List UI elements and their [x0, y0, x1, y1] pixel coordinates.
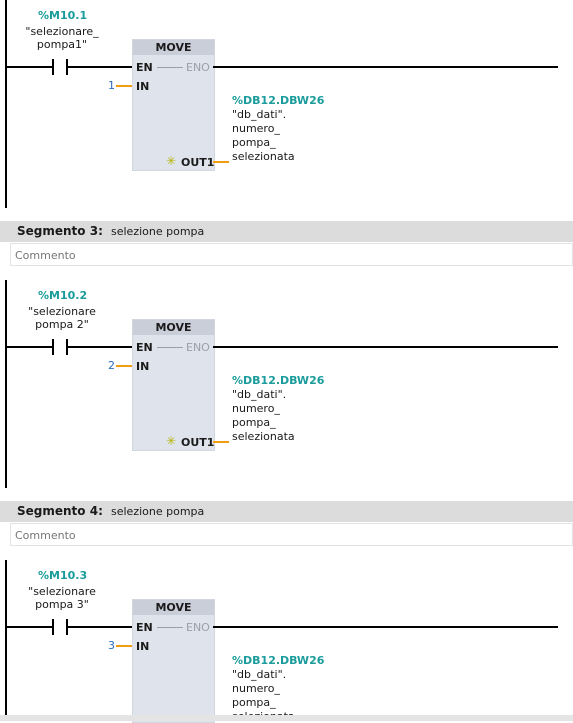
segment-description[interactable]: selezione pompa: [111, 221, 204, 242]
box-title: MOVE: [133, 40, 214, 55]
contact-address[interactable]: %M10.2: [38, 289, 87, 302]
wire: [213, 626, 558, 628]
contact-symbol[interactable]: "selezionare_ pompa1": [12, 25, 112, 51]
power-rail: [5, 280, 7, 488]
move-box[interactable]: MOVE EN ENO IN: [132, 599, 215, 723]
bottom-scroll-region[interactable]: [0, 715, 573, 721]
segment-title: Segmento 3:: [17, 224, 103, 238]
out-symbol[interactable]: "db_dati". numero_ pompa_ selezionata: [232, 388, 295, 444]
in-pin[interactable]: IN: [136, 80, 149, 93]
segment-comment-field[interactable]: Commento: [10, 523, 573, 546]
eno-pin[interactable]: ENO: [186, 61, 210, 74]
segment-description[interactable]: selezione pompa: [111, 501, 204, 522]
in-constant[interactable]: 1: [108, 79, 115, 92]
eno-pin[interactable]: ENO: [186, 341, 210, 354]
out-wire: [213, 161, 229, 163]
move-box[interactable]: MOVE EN ENO IN ✳ OUT1: [132, 39, 215, 171]
out-wire: [213, 441, 229, 443]
contact-symbol[interactable]: "selezionare pompa 2": [12, 305, 112, 331]
in-pin[interactable]: IN: [136, 360, 149, 373]
sparkle-icon: ✳: [166, 434, 177, 448]
eno-line: [157, 627, 183, 628]
en-pin[interactable]: EN: [136, 621, 153, 634]
contact-left-icon[interactable]: [52, 59, 54, 75]
wire: [68, 346, 132, 348]
network-3: %M10.3 "selezionare pompa 3" MOVE EN ENO…: [0, 560, 573, 723]
wire: [213, 346, 558, 348]
in-wire: [116, 85, 132, 87]
sparkle-icon: ✳: [166, 154, 177, 168]
en-pin[interactable]: EN: [136, 61, 153, 74]
segment-title: Segmento 4:: [17, 504, 103, 518]
in-wire: [116, 645, 132, 647]
in-constant[interactable]: 3: [108, 639, 115, 652]
out-symbol[interactable]: "db_dati". numero_ pompa_ selezionata: [232, 668, 295, 715]
wire: [7, 346, 52, 348]
en-pin[interactable]: EN: [136, 341, 153, 354]
box-title: MOVE: [133, 320, 214, 335]
power-rail: [5, 0, 7, 208]
out-address[interactable]: %DB12.DBW26: [232, 94, 324, 107]
segment-header[interactable]: Segmento 3: selezione pompa: [0, 221, 573, 242]
wire: [213, 66, 558, 68]
in-wire: [116, 365, 132, 367]
out-pin[interactable]: OUT1: [181, 436, 214, 449]
out-address[interactable]: %DB12.DBW26: [232, 374, 324, 387]
eno-line: [157, 67, 183, 68]
move-box[interactable]: MOVE EN ENO IN ✳ OUT1: [132, 319, 215, 451]
segment-header[interactable]: Segmento 4: selezione pompa: [0, 501, 573, 522]
wire: [7, 66, 52, 68]
out-address[interactable]: %DB12.DBW26: [232, 654, 324, 667]
out-symbol[interactable]: "db_dati". numero_ pompa_ selezionata: [232, 108, 295, 164]
contact-left-icon[interactable]: [52, 339, 54, 355]
contact-address[interactable]: %M10.3: [38, 569, 87, 582]
contact-left-icon[interactable]: [52, 619, 54, 635]
wire: [68, 66, 132, 68]
network-1: %M10.1 "selezionare_ pompa1" MOVE EN ENO…: [0, 0, 573, 210]
wire: [68, 626, 132, 628]
power-rail: [5, 560, 7, 715]
segment-comment-field[interactable]: Commento: [10, 243, 573, 266]
out-pin[interactable]: OUT1: [181, 156, 214, 169]
contact-address[interactable]: %M10.1: [38, 9, 87, 22]
in-constant[interactable]: 2: [108, 359, 115, 372]
in-pin[interactable]: IN: [136, 640, 149, 653]
contact-symbol[interactable]: "selezionare pompa 3": [12, 585, 112, 611]
wire: [7, 626, 52, 628]
network-2: %M10.2 "selezionare pompa 2" MOVE EN ENO…: [0, 280, 573, 490]
eno-line: [157, 347, 183, 348]
box-title: MOVE: [133, 600, 214, 615]
eno-pin[interactable]: ENO: [186, 621, 210, 634]
